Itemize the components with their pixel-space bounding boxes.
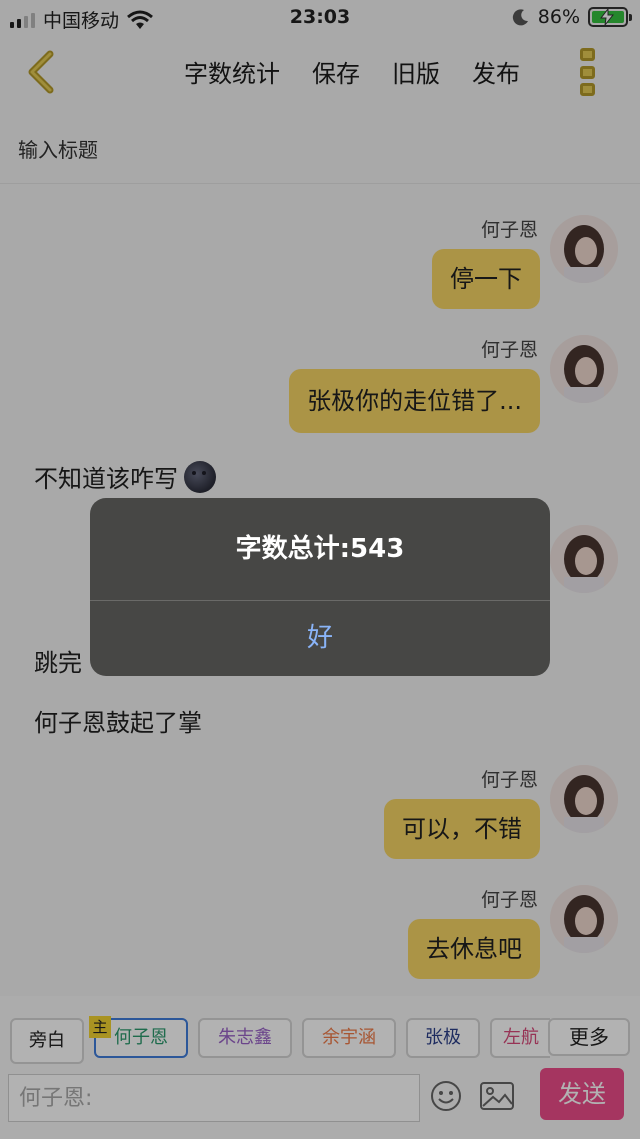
word-count-dialog: 字数总计:543 好: [90, 498, 550, 676]
dialog-ok-button[interactable]: 好: [90, 601, 550, 676]
dialog-title: 字数总计:543: [235, 534, 405, 564]
